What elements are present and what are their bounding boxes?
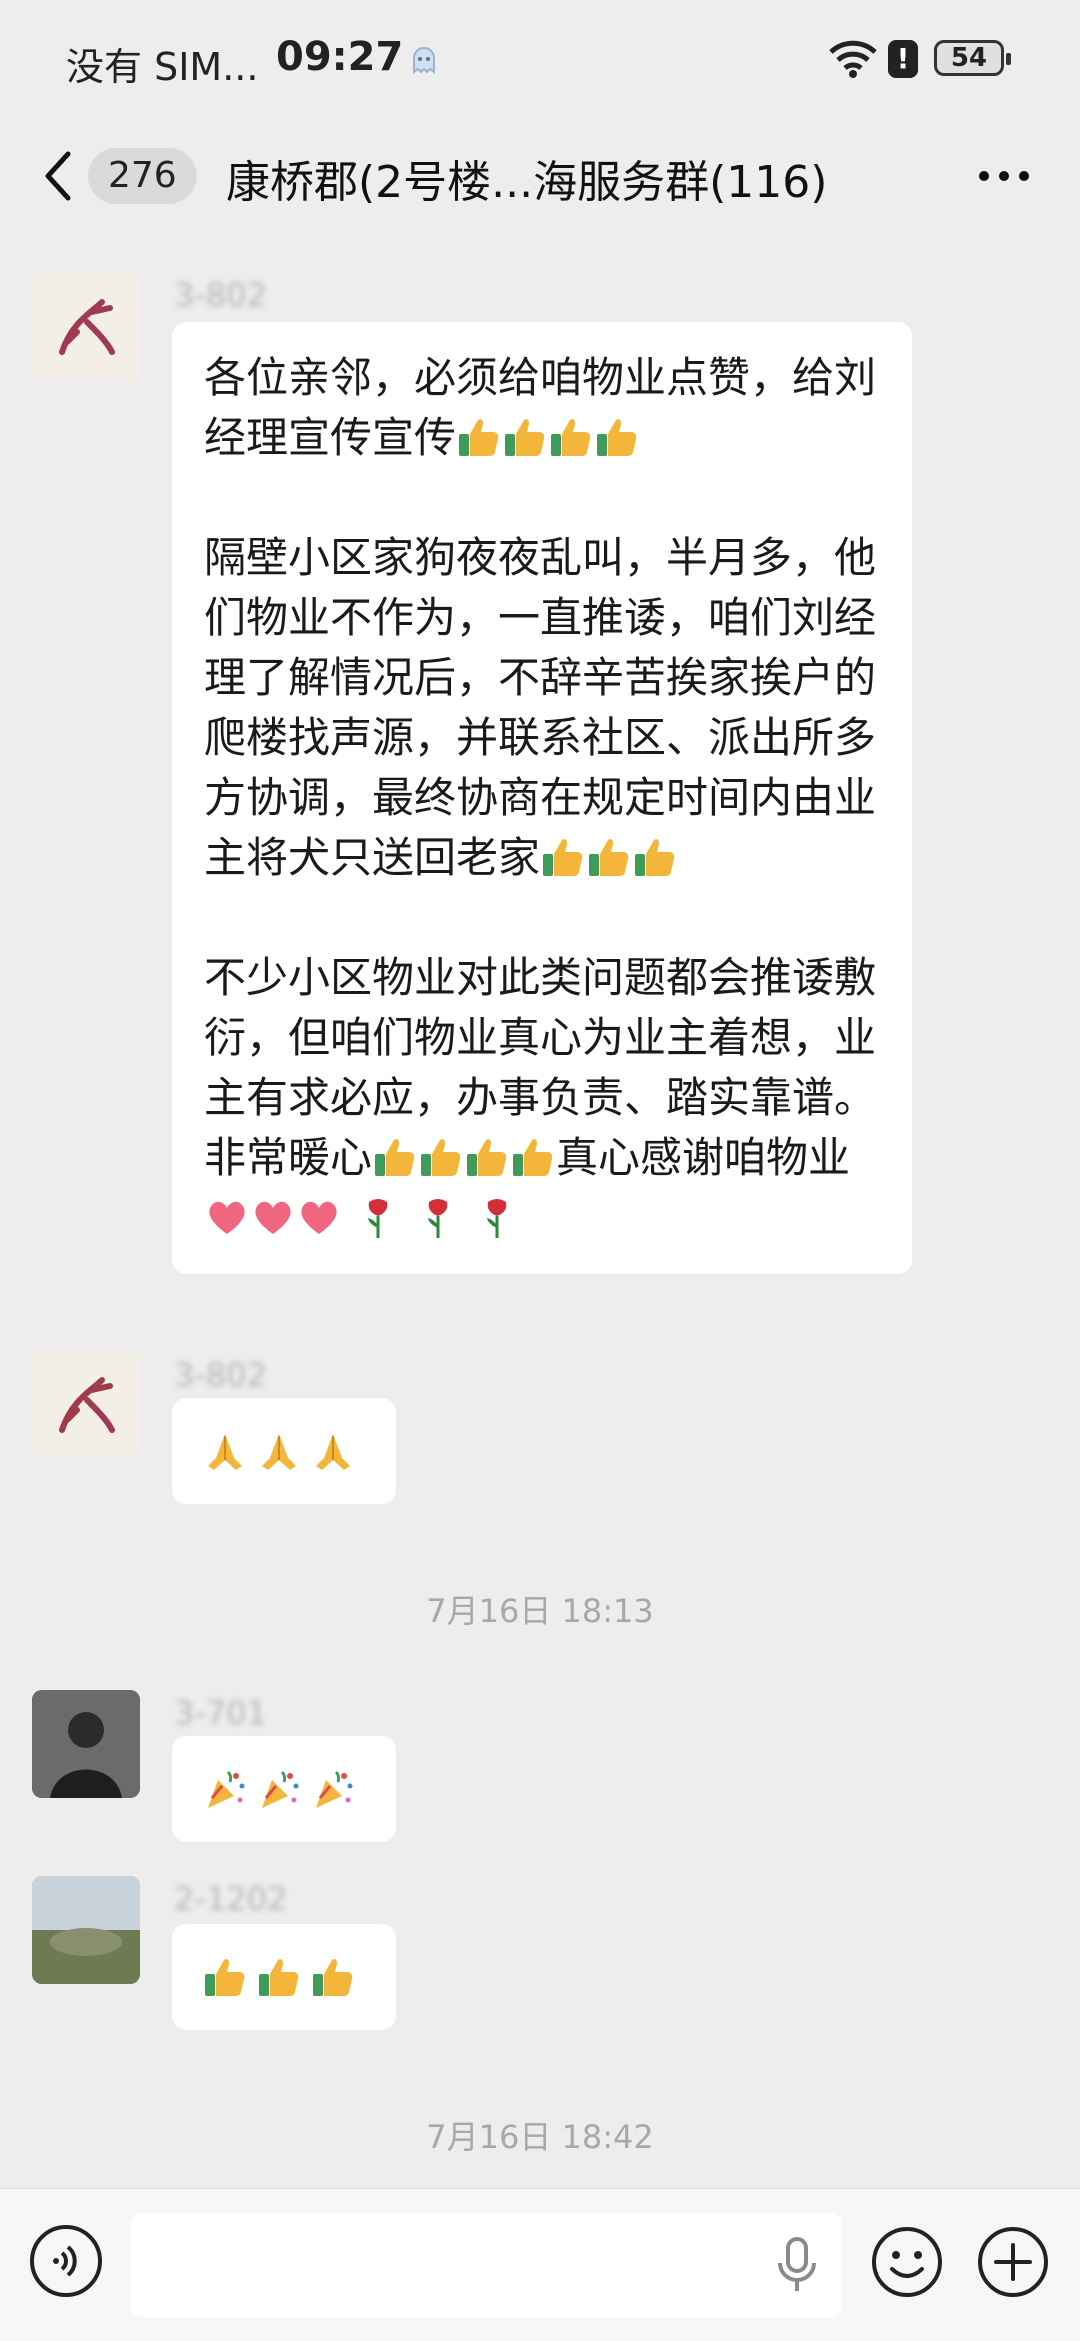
- emoji-icon[interactable]: [870, 2225, 944, 2299]
- thumbs-up-icon: [505, 419, 545, 456]
- carrier-label: 没有 SIM...: [66, 45, 259, 89]
- party-popper-row: [202, 1766, 356, 1812]
- thumbs-up-icon: [205, 1959, 245, 1996]
- avatar[interactable]: [32, 1350, 140, 1458]
- message-bubble[interactable]: [172, 1398, 396, 1504]
- heart-icon: [301, 1201, 337, 1234]
- avatar[interactable]: [32, 1690, 140, 1798]
- thumbs-up-icon: [459, 419, 499, 456]
- thumbs-up-icon: [313, 1959, 353, 1996]
- sender-name: 2-1202: [174, 1880, 288, 1918]
- pray-hands-icon: [208, 1434, 242, 1470]
- thumbs-up-icon: [467, 1139, 507, 1176]
- status-bar: 没有 SIM... 09:27 ! 54: [0, 0, 1080, 120]
- message-timestamp: 7月16日 18:13: [426, 1592, 654, 1630]
- message-paragraph: 各位亲邻，必须给咱物业点赞，给刘经理宣传宣传: [204, 353, 877, 462]
- party-popper-icon: [316, 1770, 353, 1808]
- sender-name: 3-802: [174, 1356, 267, 1394]
- wifi-icon: [829, 40, 877, 78]
- back-arrow-icon[interactable]: [38, 146, 78, 206]
- message-bubble[interactable]: 各位亲邻，必须给咱物业点赞，给刘经理宣传宣传 隔壁小区家狗夜夜乱叫，半月多，他们…: [172, 322, 912, 1274]
- message-input[interactable]: [130, 2213, 842, 2317]
- party-popper-icon: [208, 1770, 245, 1808]
- message-paragraph: 不少小区物业对此类问题都会推诿敷衍，但咱们物业真心为业主着想，业主有求必应，办事…: [204, 948, 878, 1248]
- avatar[interactable]: [32, 272, 140, 380]
- thumbs-up-icon: [513, 1139, 553, 1176]
- thumbs-up-icon: [259, 1959, 299, 1996]
- avatar[interactable]: [32, 1876, 140, 1984]
- unread-count-badge[interactable]: 276: [88, 148, 197, 204]
- pray-hands-icon: [262, 1434, 296, 1470]
- thumbs-up-icon: [543, 839, 583, 876]
- rose-icon: [368, 1199, 388, 1238]
- party-popper-icon: [262, 1770, 299, 1808]
- message-paragraph: 隔壁小区家狗夜夜乱叫，半月多，他们物业不作为，一直推诿，咱们刘经理了解情况后，不…: [204, 533, 877, 882]
- clock: 09:27: [276, 34, 404, 80]
- chat-header: 276 康桥郡(2号楼...海服务群(116): [0, 120, 1080, 238]
- rose-icon: [487, 1199, 507, 1238]
- more-options-icon[interactable]: [976, 166, 1032, 186]
- thumbs-up-icon: [635, 839, 675, 876]
- voice-toggle-button[interactable]: [30, 2225, 102, 2297]
- microphone-icon[interactable]: [774, 2235, 820, 2295]
- rose-icon: [427, 1199, 448, 1238]
- heart-icon: [255, 1201, 291, 1234]
- message-bubble[interactable]: [172, 1736, 396, 1842]
- thumbs-up-row: [202, 1954, 356, 2000]
- thumbs-up-icon: [375, 1139, 415, 1176]
- thumbs-up-icon: [551, 419, 591, 456]
- sender-name: 3-802: [174, 276, 267, 314]
- plus-icon[interactable]: [976, 2225, 1050, 2299]
- message-timestamp: 7月16日 18:42: [426, 2118, 654, 2156]
- chat-title: 康桥郡(2号楼...海服务群(116): [226, 157, 828, 208]
- heart-icon: [209, 1201, 245, 1234]
- thumbs-up-icon: [589, 839, 629, 876]
- pray-hands-icon: [316, 1434, 350, 1470]
- thumbs-up-icon: [421, 1139, 461, 1176]
- thumbs-up-icon: [597, 419, 637, 456]
- voice-icon: [53, 2245, 77, 2277]
- input-bar: [0, 2188, 1080, 2341]
- message-bubble[interactable]: [172, 1924, 396, 2030]
- pray-hands-row: [202, 1428, 356, 1474]
- battery-indicator: 54: [934, 40, 1011, 76]
- sender-name: 3-701: [174, 1694, 267, 1732]
- alert-icon: !: [888, 40, 918, 78]
- ghost-icon: [413, 47, 435, 74]
